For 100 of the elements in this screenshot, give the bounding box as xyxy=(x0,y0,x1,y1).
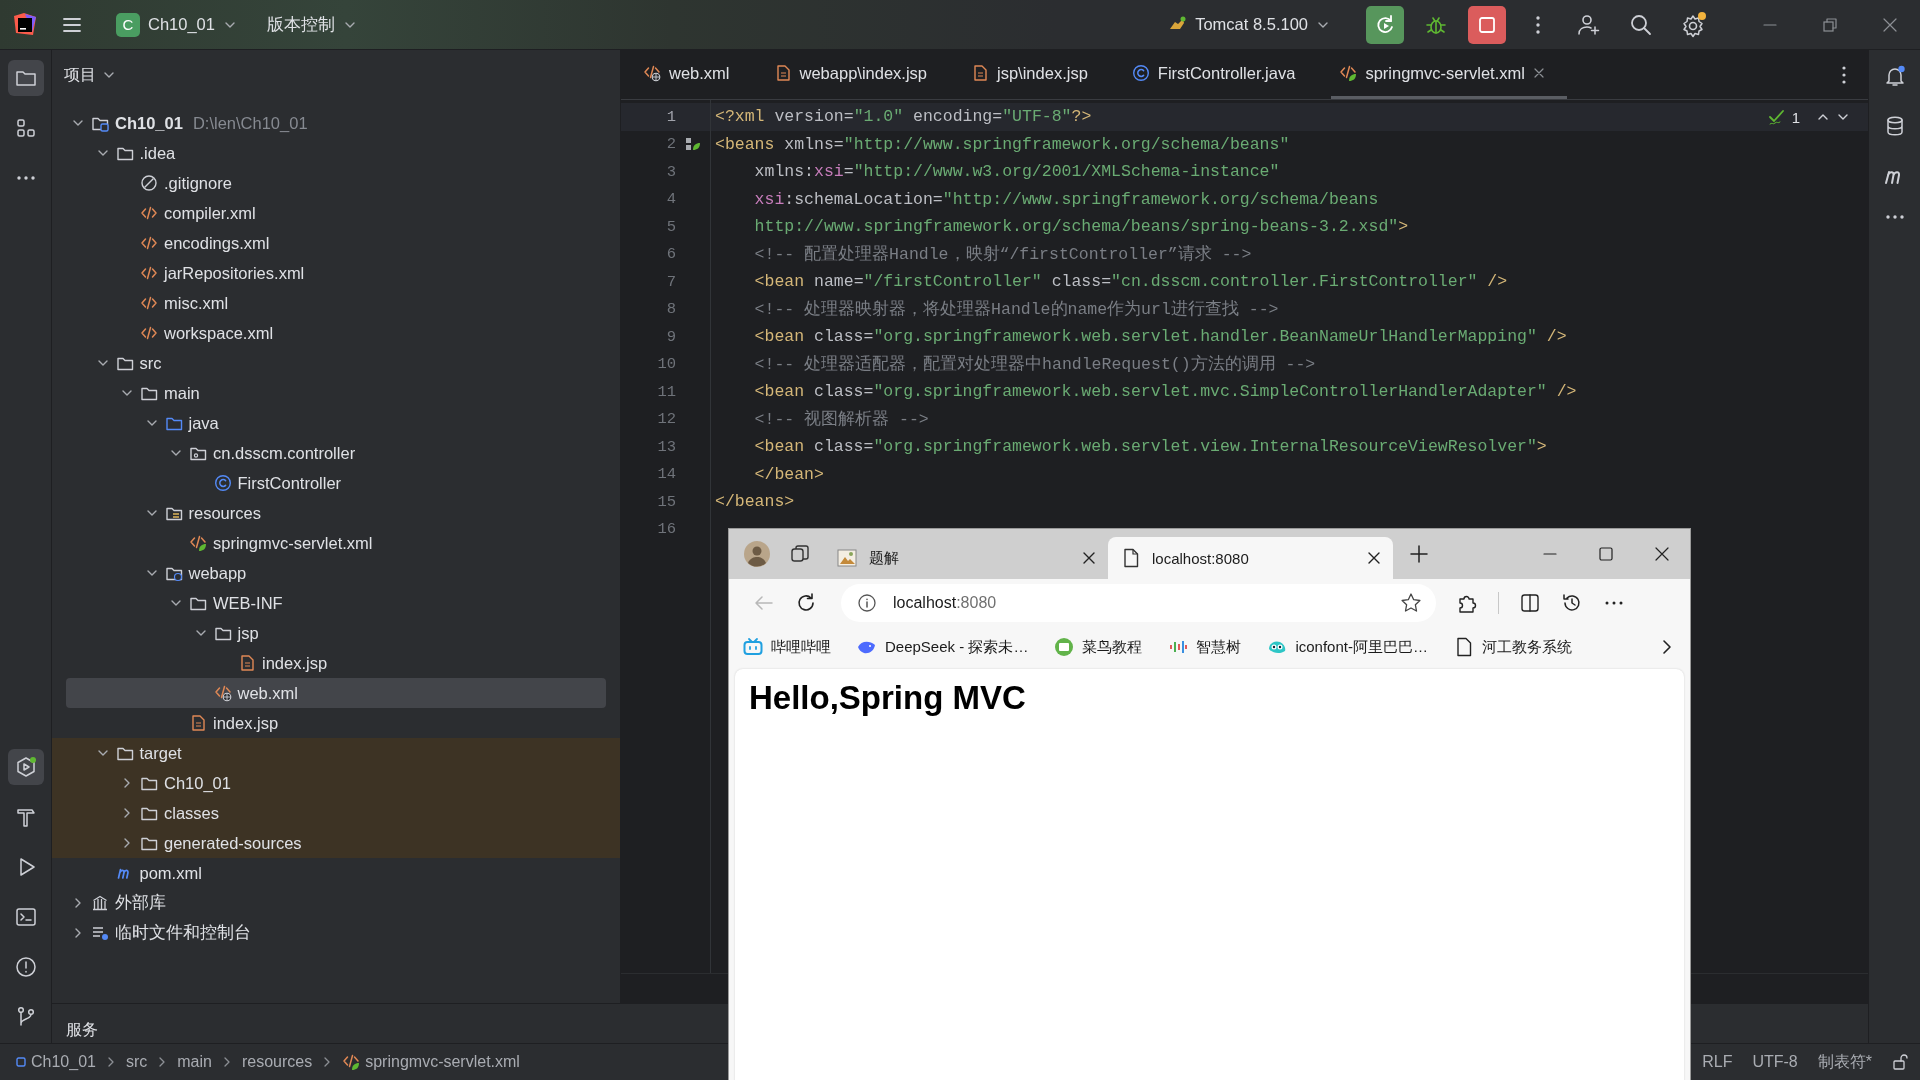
lock-icon[interactable] xyxy=(1892,1054,1908,1070)
bookmark[interactable]: 哔哩哔哩 xyxy=(743,637,831,657)
tree-item[interactable]: cn.dsscm.controller xyxy=(66,438,606,468)
xml-file-icon xyxy=(140,294,158,312)
scratch-files-icon xyxy=(91,924,109,942)
line-number: 3 xyxy=(666,162,676,181)
tree-item[interactable]: index.jsp xyxy=(66,648,606,678)
line-number: 12 xyxy=(657,410,676,429)
tool-window-button[interactable] xyxy=(7,749,44,785)
app-logo-icon xyxy=(12,11,38,38)
close-icon[interactable] xyxy=(1082,551,1096,565)
tree-item[interactable]: springmvc-servlet.xml xyxy=(66,528,606,558)
breadcrumb[interactable]: Ch10_01 xyxy=(16,1053,96,1071)
tree-item[interactable]: index.jsp xyxy=(66,708,606,738)
line-number: 13 xyxy=(657,437,676,456)
editor-tab[interactable]: web.xml xyxy=(635,50,752,99)
vcs-label: 版本控制 xyxy=(267,13,335,35)
bookmark[interactable]: 智慧树 xyxy=(1168,637,1242,657)
tree-item[interactable]: webapp xyxy=(66,558,606,588)
new-tab-icon[interactable] xyxy=(1409,544,1429,564)
tree-item[interactable]: 外部库 xyxy=(66,888,606,918)
line-number: 10 xyxy=(657,355,676,374)
line-number: 16 xyxy=(657,520,676,539)
status-item[interactable]: 制表符* xyxy=(1817,1051,1872,1073)
line-number: 7 xyxy=(666,272,676,291)
tree-item[interactable]: .idea xyxy=(66,138,606,168)
line-number: 1 xyxy=(666,107,676,126)
xml-file-icon xyxy=(140,324,158,342)
settings-icon[interactable] xyxy=(1680,10,1708,39)
editor-tab[interactable]: springmvc-servlet.xml xyxy=(1331,50,1567,99)
bookmark[interactable]: DeepSeek - 探索未… xyxy=(857,637,1029,657)
tree-item[interactable]: WEB-INF xyxy=(66,588,606,618)
tree-item[interactable]: compiler.xml xyxy=(66,198,606,228)
tree-item[interactable]: jarRepositories.xml xyxy=(66,258,606,288)
tree-item[interactable]: workspace.xml xyxy=(66,318,606,348)
project-selector[interactable]: C Ch10_01 xyxy=(108,6,245,43)
bookmark[interactable]: 河工教务系统 xyxy=(1453,637,1572,657)
bookmark[interactable]: iconfont-阿里巴巴… xyxy=(1267,637,1428,657)
breadcrumb[interactable]: resources xyxy=(241,1053,313,1071)
split-screen-icon[interactable] xyxy=(1519,592,1541,614)
tree-item[interactable]: resources xyxy=(66,498,606,528)
refresh-icon[interactable] xyxy=(795,592,817,614)
code-line: <!-- 配置处理器Handle，映射“/firstController”请求 --> xyxy=(754,244,1252,266)
run-configuration[interactable]: Tomcat 8.5.100 xyxy=(1159,8,1338,41)
line-number: 4 xyxy=(666,190,676,209)
editor-tab[interactable]: FirstController.java xyxy=(1123,50,1318,99)
address-field[interactable]: localhost:8080 xyxy=(841,584,1436,622)
bookmark[interactable]: 菜鸟教程 xyxy=(1054,637,1143,657)
tree-item[interactable]: .gitignore xyxy=(66,168,606,198)
module-icon xyxy=(16,1057,26,1067)
page-heading: Hello,Spring MVC xyxy=(749,679,1027,717)
restore-icon[interactable] xyxy=(1822,16,1838,33)
breadcrumb[interactable]: springmvc-servlet.xml xyxy=(342,1053,520,1071)
browser-tab[interactable]: localhost:8080 xyxy=(1108,537,1393,579)
tree-item[interactable]: 临时文件和控制台 xyxy=(66,918,606,948)
xml-file-icon xyxy=(342,1053,361,1071)
jsp-file-icon xyxy=(238,654,256,672)
rerun-button[interactable] xyxy=(1366,5,1404,44)
line-number: 5 xyxy=(666,217,676,236)
tree-item[interactable]: src xyxy=(66,348,606,378)
tree-item[interactable]: java xyxy=(66,408,606,438)
class-icon xyxy=(213,474,232,492)
more-icon[interactable] xyxy=(1884,214,1905,220)
tree-item[interactable]: Ch10_01 D:\len\Ch10_01 xyxy=(66,108,606,138)
history-icon[interactable] xyxy=(1561,592,1583,614)
tv-icon xyxy=(743,637,763,657)
browser-tab[interactable]: 题解 xyxy=(823,537,1108,579)
maximize-icon[interactable] xyxy=(1598,546,1614,562)
terminal-icon xyxy=(13,905,38,929)
editor-tab[interactable]: jsp\index.jsp xyxy=(963,50,1110,99)
line-number: 6 xyxy=(666,245,676,264)
xml-file-icon xyxy=(140,204,158,222)
panel-title-dropdown[interactable]: 项目 xyxy=(52,50,116,100)
stop-button[interactable] xyxy=(1468,5,1506,44)
tree-item[interactable]: FirstController xyxy=(66,468,606,498)
tree-item[interactable]: jsp xyxy=(66,618,606,648)
breadcrumb[interactable]: main xyxy=(177,1053,212,1071)
status-item[interactable]: UTF-8 xyxy=(1752,1053,1798,1071)
tree-item[interactable]: encodings.xml xyxy=(66,228,606,258)
xml-file-icon xyxy=(140,234,158,252)
xml-file-icon xyxy=(189,534,207,552)
tree-item[interactable]: main xyxy=(66,378,606,408)
tool-window-button[interactable] xyxy=(7,60,44,96)
star-icon[interactable] xyxy=(1400,592,1422,614)
inspection-widget[interactable]: 1 xyxy=(1763,106,1854,128)
close-icon[interactable] xyxy=(1367,551,1381,565)
status-item[interactable]: RLF xyxy=(1702,1053,1733,1071)
tab-actions-icon[interactable] xyxy=(789,543,811,565)
code-line: http://www.springframework.org/schema/beans/spring-beans-3.2.xsd"> xyxy=(754,217,1409,237)
vcs-menu[interactable]: 版本控制 xyxy=(259,7,365,42)
tree-item[interactable]: pom.xml xyxy=(66,858,606,888)
url-port: :8080 xyxy=(956,594,997,611)
close-icon[interactable] xyxy=(1654,546,1670,562)
tree-item[interactable]: misc.xml xyxy=(66,288,606,318)
breadcrumb[interactable]: src xyxy=(125,1053,148,1071)
editor-tab[interactable]: webapp\index.jsp xyxy=(765,50,950,99)
avatar-icon[interactable] xyxy=(743,540,771,568)
tree-item[interactable]: web.xml xyxy=(66,678,606,708)
project-badge: C xyxy=(116,12,140,37)
line-number: 11 xyxy=(657,382,676,401)
